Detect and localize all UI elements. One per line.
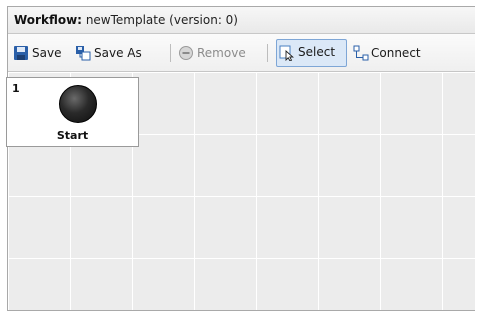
select-tool-button[interactable]: Select [276,39,347,67]
workflow-title-bar: Workflow: newTemplate (version: 0) [8,7,475,34]
connect-icon [353,45,369,61]
connect-tool-label: Connect [371,46,421,60]
select-pointer-icon [279,45,294,61]
toolbar-separator [267,44,268,62]
connect-tool-button[interactable]: Connect [353,41,437,65]
toolbar-separator [170,44,171,62]
save-button[interactable]: Save [13,41,69,65]
save-button-label: Save [32,46,62,60]
start-node-icon [59,85,97,123]
workflow-panel: Workflow: newTemplate (version: 0) Save … [7,6,475,311]
workflow-title-label: Workflow: [14,13,82,27]
save-as-icon [76,46,91,61]
workflow-node-start[interactable]: 1 Start [6,77,139,147]
floppy-disk-icon [14,46,28,60]
save-as-button[interactable]: Save As [75,41,163,65]
node-label: Start [56,129,89,142]
node-index: 1 [12,82,20,95]
toolbar: Save Save As Remove Select Connect [8,34,475,72]
select-tool-label: Select [298,45,336,59]
remove-icon [179,46,193,60]
save-as-button-label: Save As [94,46,142,60]
workflow-title-value: newTemplate (version: 0) [85,13,238,27]
remove-button-label: Remove [197,46,246,60]
remove-button[interactable]: Remove [178,41,258,65]
